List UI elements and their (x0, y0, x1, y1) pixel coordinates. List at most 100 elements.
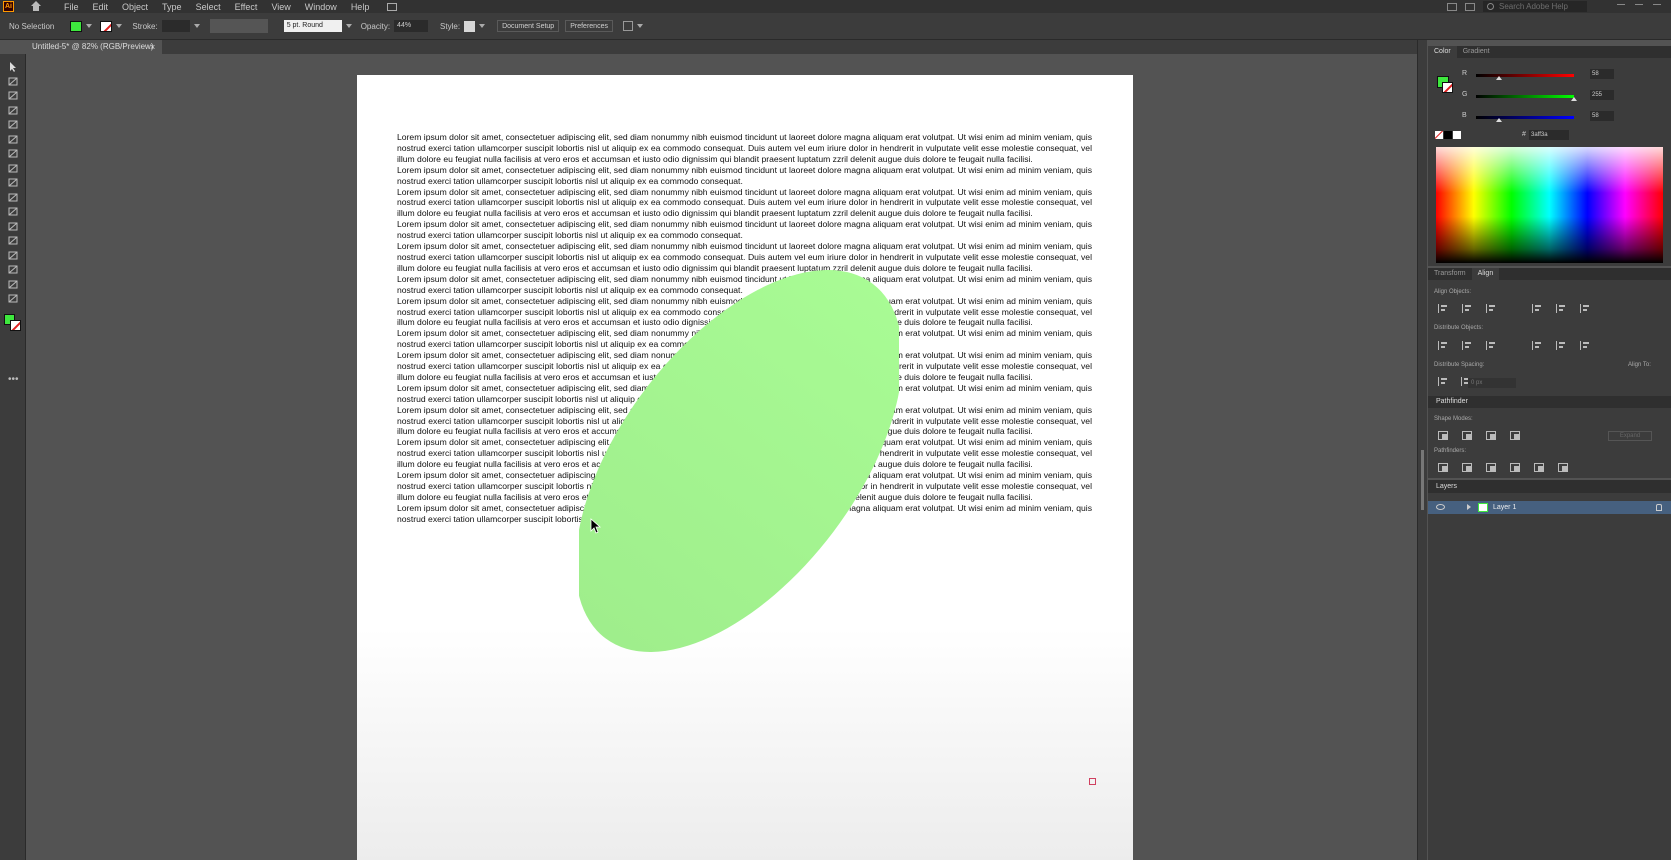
gradient-tool-icon[interactable] (7, 204, 19, 216)
crop-icon[interactable] (1510, 463, 1520, 472)
tab-color[interactable]: Color (1428, 46, 1457, 58)
opacity-label[interactable]: Opacity: (361, 22, 390, 31)
chevron-down-icon[interactable] (345, 24, 352, 28)
black-swatch[interactable] (1444, 131, 1452, 139)
pathfinder-tab[interactable]: Pathfinder (1428, 396, 1671, 408)
spacing-field[interactable]: 0 px (1468, 378, 1516, 388)
body-text-frame[interactable]: Lorem ipsum dolor sit amet, consectetuer… (397, 132, 1092, 525)
slider-value-field[interactable]: 58 (1590, 111, 1614, 121)
stroke-color-swatch[interactable] (1442, 82, 1453, 93)
outline-icon[interactable] (1534, 463, 1544, 472)
distribute-right-icon[interactable] (1580, 341, 1590, 350)
eyedropper-tool-icon[interactable] (7, 219, 19, 230)
close-icon[interactable]: × (150, 40, 155, 54)
distribute-center-icon[interactable] (1556, 341, 1566, 350)
eraser-tool-icon[interactable] (7, 175, 19, 187)
pen-tool-icon[interactable] (7, 88, 19, 100)
stroke-label[interactable]: Stroke: (132, 22, 157, 31)
minimize-icon[interactable] (1617, 3, 1625, 10)
align-right-icon[interactable] (1486, 304, 1496, 313)
graphic-style-swatch[interactable] (464, 20, 476, 32)
intersect-icon[interactable] (1486, 431, 1496, 440)
eye-icon[interactable] (1436, 504, 1445, 510)
menu-item-window[interactable]: Window (305, 2, 337, 12)
slider-track[interactable] (1476, 116, 1574, 119)
menu-item-view[interactable]: View (271, 2, 290, 12)
hex-field[interactable]: 3aff3a (1529, 130, 1569, 140)
artboard[interactable]: Lorem ipsum dolor sit amet, consectetuer… (357, 75, 1133, 860)
chevron-down-icon[interactable] (116, 24, 123, 28)
align-middle-icon[interactable] (1556, 304, 1566, 313)
layer-name[interactable]: Layer 1 (1493, 501, 1516, 514)
document-tab[interactable]: Untitled-5* @ 82% (RGB/Preview) × (26, 40, 162, 54)
maximize-icon[interactable] (1635, 3, 1643, 10)
none-swatch[interactable] (1435, 131, 1443, 139)
expand-button[interactable]: Expand (1608, 431, 1652, 441)
workspace-switcher-icon[interactable] (1447, 2, 1457, 11)
stroke-color-swatch[interactable] (100, 20, 113, 32)
variable-width-field[interactable] (209, 19, 268, 33)
menu-item-object[interactable]: Object (122, 2, 148, 12)
tab-align[interactable]: Align (1471, 268, 1500, 280)
menu-item-help[interactable]: Help (351, 2, 370, 12)
exclude-icon[interactable] (1510, 431, 1520, 440)
distribute-middle-icon[interactable] (1462, 341, 1472, 350)
align-top-icon[interactable] (1532, 304, 1542, 313)
brush-definition-field[interactable]: 5 pt. Round (283, 20, 342, 32)
slider-thumb[interactable] (1495, 118, 1502, 122)
distribute-top-icon[interactable] (1438, 341, 1448, 350)
menu-item-file[interactable]: File (64, 2, 79, 12)
merge-icon[interactable] (1486, 463, 1496, 472)
rotate-tool-icon[interactable] (7, 161, 19, 172)
lightbulb-icon[interactable] (1465, 2, 1475, 11)
canvas-area[interactable]: Lorem ipsum dolor sit amet, consectetuer… (26, 54, 1417, 860)
trim-icon[interactable] (1462, 463, 1472, 472)
document-setup-button[interactable]: Document Setup (497, 20, 560, 32)
tab-transform[interactable]: Transform (1428, 268, 1472, 280)
slider-thumb[interactable] (1571, 97, 1577, 101)
symbol-sprayer-tool-icon[interactable] (7, 248, 19, 259)
slider-track[interactable] (1476, 74, 1574, 77)
close-window-icon[interactable] (1653, 3, 1661, 10)
unite-icon[interactable] (1438, 431, 1448, 440)
layer-row[interactable]: Layer 1 (1428, 501, 1671, 514)
divide-icon[interactable] (1438, 463, 1448, 472)
white-swatch[interactable] (1453, 131, 1461, 139)
slider-thumb[interactable] (1495, 76, 1502, 80)
chevron-down-icon[interactable] (479, 24, 486, 28)
stroke-weight-field[interactable] (161, 20, 190, 32)
chevron-down-icon[interactable] (636, 24, 643, 28)
menu-item-type[interactable]: Type (162, 2, 182, 12)
type-tool-icon[interactable] (7, 146, 19, 158)
menu-item-select[interactable]: Select (196, 2, 221, 12)
curvature-tool-icon[interactable] (7, 103, 19, 114)
chevron-down-icon[interactable] (193, 24, 200, 28)
home-icon[interactable] (30, 1, 42, 12)
artboard-tool-icon[interactable] (7, 262, 19, 274)
layers-tab[interactable]: Layers (1428, 480, 1671, 493)
align-center-icon[interactable] (1462, 304, 1472, 313)
align-left-icon[interactable] (1438, 304, 1448, 313)
hand-tool-icon[interactable] (7, 277, 19, 288)
selection-tool-icon[interactable] (7, 59, 19, 72)
arrange-documents-icon[interactable] (387, 2, 398, 11)
search-help-input[interactable]: Search Adobe Help (1483, 1, 1587, 12)
distribute-left-icon[interactable] (1532, 341, 1542, 350)
direct-selection-tool-icon[interactable] (7, 74, 19, 85)
scrollbar-thumb[interactable] (1421, 450, 1424, 510)
paintbrush-tool-icon[interactable] (7, 132, 19, 143)
align-bottom-icon[interactable] (1580, 304, 1590, 313)
opacity-field[interactable]: 44% (394, 20, 429, 32)
target-icon[interactable] (1656, 504, 1662, 511)
menu-item-edit[interactable]: Edit (93, 2, 109, 12)
color-spectrum[interactable] (1436, 147, 1663, 263)
vertical-scrollbar[interactable] (1417, 40, 1427, 860)
vertical-spacing-icon[interactable] (1438, 377, 1448, 386)
preferences-button[interactable]: Preferences (565, 20, 613, 32)
zoom-tool-icon[interactable] (7, 291, 19, 303)
distribute-bottom-icon[interactable] (1486, 341, 1496, 350)
chevron-down-icon[interactable] (86, 24, 93, 28)
slider-track[interactable] (1476, 95, 1574, 98)
fill-color-swatch[interactable] (70, 20, 83, 32)
blend-tool-icon[interactable] (7, 233, 19, 245)
